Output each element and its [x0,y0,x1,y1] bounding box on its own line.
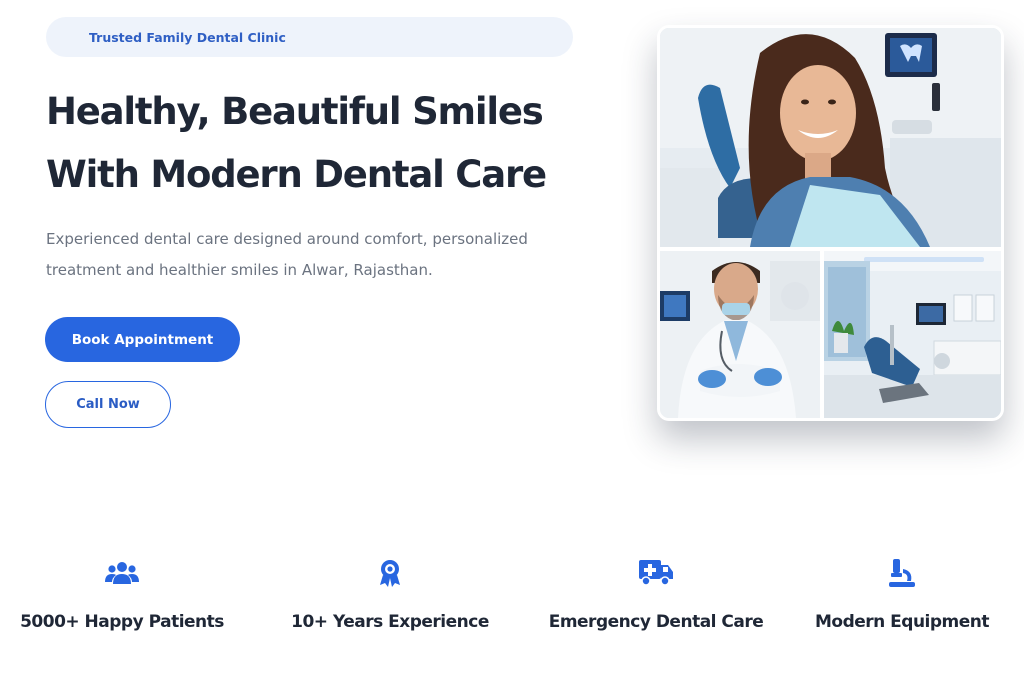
feature-label: 10+ Years Experience [291,612,489,632]
feature-happy-patients: 5000+ Happy Patients [0,556,244,646]
patient-smiling-photo [660,28,1001,247]
feature-label: 5000+ Happy Patients [20,612,224,632]
clinic-badge-text: Trusted Family Dental Clinic [89,29,286,45]
title-line-1: Healthy, Beautiful Smiles [46,90,544,133]
hero-description: Experienced dental care designed around … [46,230,528,279]
title-line-2: With Modern Dental Care [46,153,547,196]
feature-label: Emergency Dental Care [548,612,764,632]
users-icon [105,556,139,590]
clinic-room-photo [824,251,1001,418]
award-icon [373,556,407,590]
clinic-badge: Trusted Family Dental Clinic [46,17,573,57]
feature-modern-equipment: Modern Equipment [780,556,1024,646]
dentist-photo [660,251,820,418]
hero-image-collage [657,25,1004,421]
feature-emergency-care: Emergency Dental Care [534,556,778,646]
feature-years-experience: 10+ Years Experience [268,556,512,646]
page-title: Healthy, Beautiful Smiles With Modern De… [46,80,606,206]
ambulance-icon [639,556,673,590]
microscope-icon [885,556,919,590]
book-appointment-button[interactable]: Book Appointment [45,317,240,362]
call-now-button[interactable]: Call Now [45,381,171,428]
feature-label: Modern Equipment [814,612,990,632]
